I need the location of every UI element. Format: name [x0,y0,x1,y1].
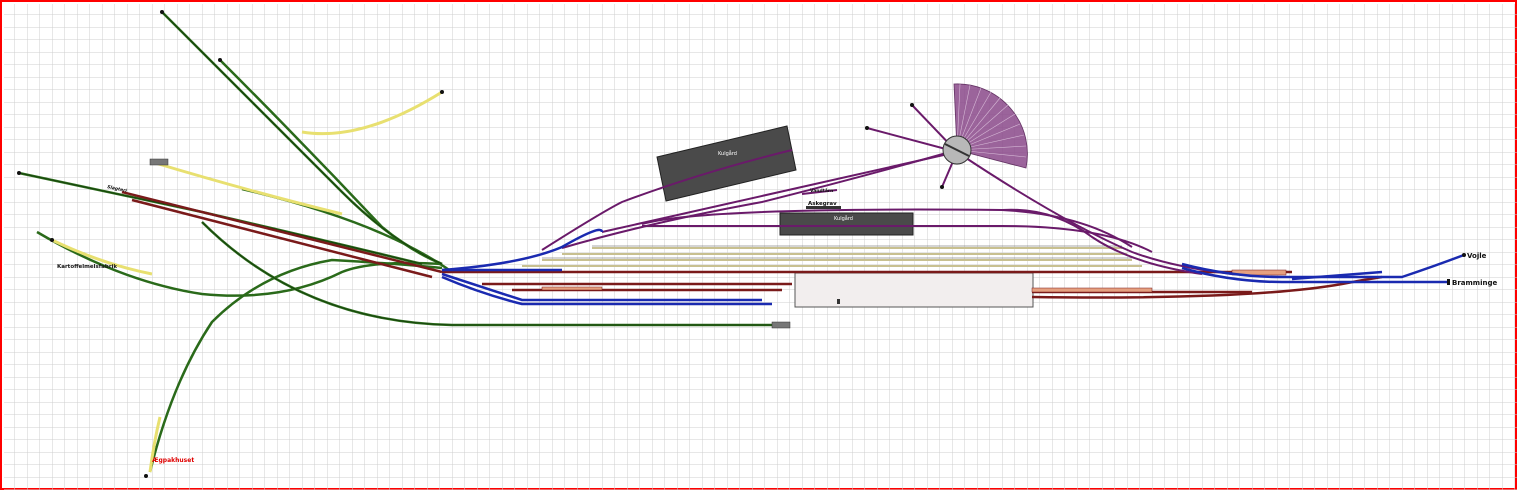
turntable [942,135,972,165]
kulgard-upper-label: Kulgård [718,150,737,157]
label-egpakhuset: Ægpakhuset [152,457,194,464]
label-vojle: Vojle [1467,252,1487,260]
kulgard-lower-building: Kulgård [779,212,914,236]
label-small-mid: Vandtårn [810,187,833,194]
track-plan-canvas: Kulgård Kulgård Vojle Bramminge Askegrav… [0,0,1517,490]
track-plan-svg: Kulgård Kulgård Vojle Bramminge Askegrav… [4,4,1517,490]
kulgard-lower-label: Kulgård [834,215,853,222]
label-bramminge: Bramminge [1452,279,1497,287]
station-platform [794,272,1034,308]
askegrav-pit [806,206,841,209]
label-kartoffelmelsfabrik: Kartoffelmelsfabrik [57,264,117,270]
